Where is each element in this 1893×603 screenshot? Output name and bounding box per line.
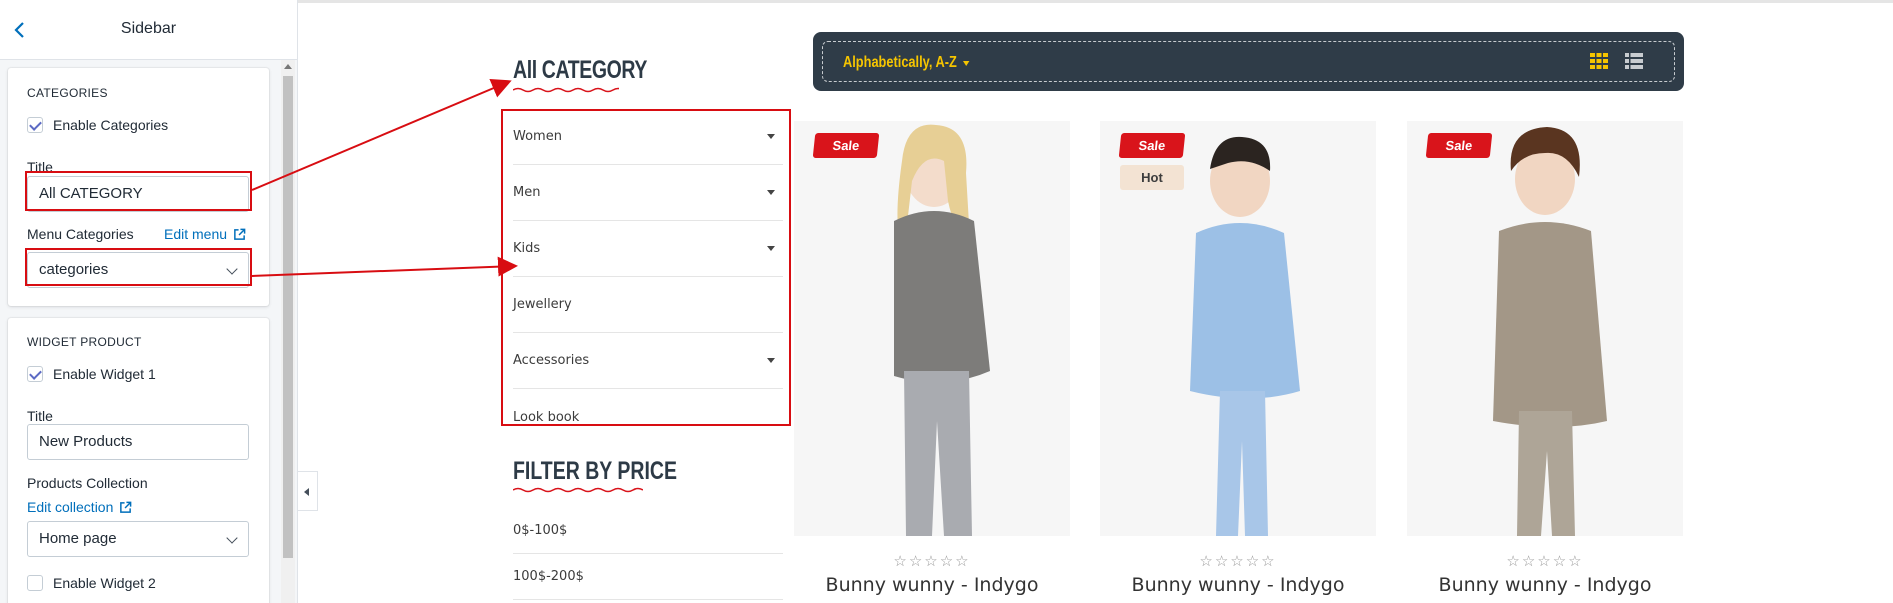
widget-product-card: WIDGET PRODUCT Enable Widget 1 Title New… [8,318,269,603]
menu-categories-value: categories [39,261,109,278]
caret-down-icon[interactable] [767,134,775,139]
enable-widget2-label: Enable Widget 2 [53,575,156,591]
category-item-label: Men [513,185,541,200]
products-collection-label: Products Collection [27,475,148,491]
price-filter-list: 0$-100$ 100$-200$ [513,508,783,600]
title-label: Title [27,159,53,175]
category-item-label: Kids [513,241,541,256]
collection-toolbar: Alphabetically, A-Z [813,32,1684,91]
product-name[interactable]: Bunny wunny - Indygo [1407,574,1683,596]
chevron-down-icon [226,532,238,544]
external-link-icon [120,501,132,513]
edit-collection-link[interactable]: Edit collection [27,499,132,515]
product-image[interactable]: Sale [794,121,1070,536]
category-item-label: Accessories [513,353,590,368]
child-photo-illustration [1493,127,1607,536]
scroll-up-arrow-icon[interactable] [284,64,292,69]
enable-widget2-checkbox[interactable] [27,575,43,591]
category-item-label: Jewellery [513,297,572,312]
title-underline-squiggle [513,87,619,93]
category-item-label: Look book [513,409,580,425]
rating-stars: ☆☆☆☆☆ [893,552,971,570]
category-item-jewellery[interactable]: Jewellery [513,277,783,333]
product-card[interactable]: Sale ☆☆☆☆☆ Bunny wunny - Indygo [794,121,1070,596]
theme-editor-sidebar: Sidebar CATEGORIES Enable Categories Tit… [0,0,298,603]
enable-categories-row[interactable]: Enable Categories [27,117,168,133]
category-widget-title: All CATEGORY [513,56,648,84]
product-name[interactable]: Bunny wunny - Indygo [1100,574,1376,596]
title-underline-squiggle [513,487,643,493]
editor-scrollbar[interactable] [281,60,295,603]
chevron-down-icon [226,263,238,275]
category-item-women[interactable]: Women [513,109,783,165]
editor-header: Sidebar [0,0,297,60]
menu-categories-label: Menu Categories [27,226,134,242]
enable-categories-label: Enable Categories [53,117,169,133]
category-item-men[interactable]: Men [513,165,783,221]
enable-widget2-row[interactable]: Enable Widget 2 [27,575,156,591]
category-item-label: Women [513,129,562,144]
enable-widget1-row[interactable]: Enable Widget 1 [27,366,156,382]
editor-title: Sidebar [120,20,177,37]
product-name[interactable]: Bunny wunny - Indygo [794,574,1070,596]
edit-collection-label: Edit collection [27,499,114,515]
sort-by-label: Alphabetically, A-Z [843,54,957,71]
products-collection-select[interactable]: Home page [27,521,249,557]
categories-card: CATEGORIES Enable Categories Title All C… [8,68,269,306]
category-list: Women Men Kids Jewellery Accessories Loo… [513,109,783,445]
caret-down-icon[interactable] [767,246,775,251]
child-photo-illustration [894,124,990,536]
sale-badge: Sale [812,133,880,158]
hot-badge: Hot [1120,165,1184,190]
category-item-accessories[interactable]: Accessories [513,333,783,389]
widget-product-heading: WIDGET PRODUCT [27,335,142,349]
caret-down-icon[interactable] [767,190,775,195]
menu-categories-select[interactable]: categories [27,252,249,288]
category-title-input[interactable]: All CATEGORY [27,176,249,212]
caret-down-icon[interactable] [767,358,775,363]
enable-widget1-label: Enable Widget 1 [53,366,156,382]
enable-categories-checkbox[interactable] [27,117,43,133]
grid-view-icon[interactable] [1590,53,1608,69]
product-card[interactable]: Sale Hot ☆☆☆☆☆ Bunny wunny - Indygo [1100,121,1376,596]
sale-badge: Sale [1425,133,1493,158]
product-image[interactable]: Sale [1407,121,1683,536]
edit-menu-link[interactable]: Edit menu [164,226,246,242]
rating-stars: ☆☆☆☆☆ [1506,552,1584,570]
price-filter-item[interactable]: 0$-100$ [513,508,783,554]
categories-heading: CATEGORIES [27,86,108,100]
products-collection-value: Home page [39,530,117,547]
list-view-icon[interactable] [1625,53,1643,69]
product-image[interactable]: Sale Hot [1100,121,1376,536]
category-item-kids[interactable]: Kids [513,221,783,277]
caret-down-icon [963,60,970,66]
collapse-sidebar-button[interactable] [298,471,318,511]
edit-menu-label: Edit menu [164,226,228,242]
product-card[interactable]: Sale ☆☆☆☆☆ Bunny wunny - Indygo [1407,121,1683,596]
widget-title-label: Title [27,408,53,424]
category-item-look-book[interactable]: Look book [513,389,783,445]
preview-top-border [298,0,1893,3]
widget-title-input[interactable]: New Products [27,424,249,460]
enable-widget1-checkbox[interactable] [27,366,43,382]
filter-by-price-title: FILTER BY PRICE [513,457,677,485]
price-filter-item[interactable]: 100$-200$ [513,554,783,600]
sale-badge: Sale [1118,133,1186,158]
sort-by-dropdown[interactable]: Alphabetically, A-Z [843,54,970,72]
scrollbar-thumb[interactable] [283,76,293,558]
external-link-icon [234,228,246,240]
rating-stars: ☆☆☆☆☆ [1199,552,1277,570]
